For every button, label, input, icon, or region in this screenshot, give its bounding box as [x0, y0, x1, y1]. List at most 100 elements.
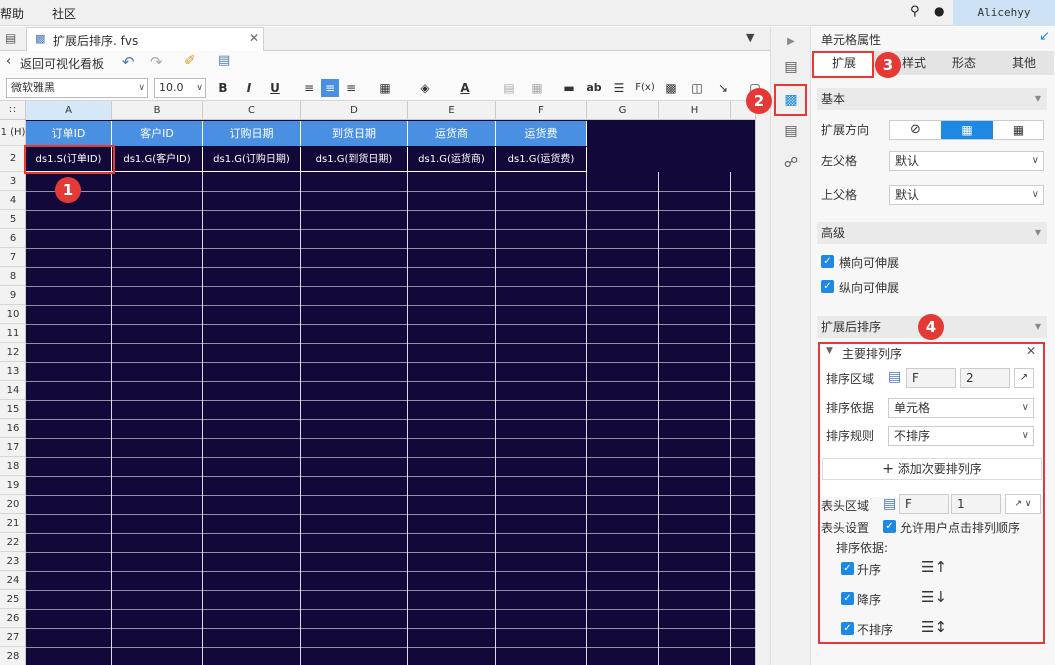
header-cell-c1[interactable]: 订购日期 — [203, 121, 301, 146]
back-arrow-icon[interactable]: ‹ — [6, 54, 11, 69]
row-header-28[interactable]: 28 — [0, 647, 26, 665]
list-icon[interactable]: ☰ — [610, 79, 628, 97]
row-header-8[interactable]: 8 — [0, 267, 26, 286]
row-header-9[interactable]: 9 — [0, 286, 26, 305]
row-header-27[interactable]: 27 — [0, 628, 26, 647]
header-cell-b1[interactable]: 客户ID — [112, 121, 203, 146]
spreadsheet-grid[interactable]: ∷ ABCDEFGH 1 (H) 2 3 4 5 6 7 8 9 10 11 12 13 14 15 16 17… — [0, 101, 770, 665]
back-to-dashboard-button[interactable]: 返回可视化看板 — [20, 55, 104, 72]
row-header-22[interactable]: 22 — [0, 533, 26, 552]
row-header-25[interactable]: 25 — [0, 590, 26, 609]
row-header-15[interactable]: 15 — [0, 400, 26, 419]
tab-shape[interactable]: 形态 — [934, 51, 994, 75]
data-cell-b2[interactable]: ds1.G(客户ID) — [112, 147, 203, 172]
row-header-26[interactable]: 26 — [0, 609, 26, 628]
column-header-f[interactable]: F — [496, 101, 587, 120]
font-family-select[interactable]: 微软雅黑 ∨ — [6, 78, 148, 98]
tab-other[interactable]: 其他 — [994, 51, 1054, 75]
row-header-3[interactable]: 3 — [0, 172, 26, 191]
insert-cell-icon[interactable]: ▬ — [560, 79, 578, 97]
data-cell-c2[interactable]: ds1.G(订购日期) — [203, 147, 301, 172]
menu-community[interactable]: 社区 — [52, 5, 76, 22]
tab-menu-icon[interactable]: ▼ — [746, 31, 754, 44]
left-parent-select[interactable]: 默认 ∨ — [889, 151, 1044, 171]
header-cell-d1[interactable]: 到货日期 — [301, 121, 408, 146]
preview-icon[interactable]: ▤ — [218, 53, 230, 68]
redo-icon[interactable]: ↷ — [150, 53, 163, 71]
row-header-5[interactable]: 5 — [0, 210, 26, 229]
row-header-11[interactable]: 11 — [0, 324, 26, 343]
column-header-c[interactable]: C — [203, 101, 301, 120]
row-header-21[interactable]: 21 — [0, 514, 26, 533]
cell-element-icon[interactable]: ▤ — [781, 57, 801, 77]
align-left-icon[interactable]: ≡ — [300, 79, 318, 97]
column-header-g[interactable]: G — [587, 101, 659, 120]
row-header-7[interactable]: 7 — [0, 248, 26, 267]
chart-icon[interactable]: ▩ — [662, 79, 680, 97]
font-size-select[interactable]: 10.0 ∨ — [154, 78, 206, 98]
bell-icon[interactable]: ● — [934, 4, 944, 18]
top-parent-select[interactable]: 默认 ∨ — [889, 185, 1044, 205]
underline-button[interactable]: U — [266, 79, 284, 97]
vertical-stretch-checkbox[interactable]: ✓ — [821, 280, 834, 293]
row-header-2[interactable]: 2 — [0, 146, 26, 172]
column-header-d[interactable]: D — [301, 101, 408, 120]
merge-cells-icon[interactable]: ▤ — [500, 79, 518, 97]
section-basic[interactable]: 基本 ▼ — [817, 88, 1047, 110]
row-header-23[interactable]: 23 — [0, 552, 26, 571]
border-icon[interactable]: ▦ — [376, 79, 394, 97]
text-ab-icon[interactable]: ab — [585, 79, 603, 97]
align-center-icon[interactable]: ≡ — [321, 79, 339, 97]
undo-icon[interactable]: ↶ — [122, 53, 135, 71]
widget-settings-icon[interactable]: ▤ — [781, 121, 801, 141]
horizontal-expand-icon[interactable]: ▦ — [993, 121, 1044, 139]
search-icon[interactable]: ⚲ — [910, 4, 920, 19]
template-icon[interactable]: ▤ — [5, 31, 16, 45]
no-expand-icon[interactable]: ⊘ — [890, 121, 941, 139]
slash-icon[interactable]: ↘ — [714, 79, 732, 97]
header-cell-f1[interactable]: 运货费 — [496, 121, 587, 146]
row-header-1[interactable]: 1 (H) — [0, 120, 26, 146]
row-header-14[interactable]: 14 — [0, 381, 26, 400]
header-cell-a1[interactable]: 订单ID — [26, 121, 112, 146]
formula-icon[interactable]: F(x) — [633, 79, 657, 97]
format-brush-icon[interactable]: ✐ — [184, 53, 196, 69]
data-cell-f2[interactable]: ds1.G(运货费) — [496, 147, 587, 172]
row-header-12[interactable]: 12 — [0, 343, 26, 362]
column-header-e[interactable]: E — [408, 101, 496, 120]
row-header-4[interactable]: 4 — [0, 191, 26, 210]
menu-help[interactable]: 帮助 — [0, 5, 24, 22]
section-advanced[interactable]: 高级 ▼ — [817, 222, 1047, 244]
row-header-13[interactable]: 13 — [0, 362, 26, 381]
horizontal-stretch-checkbox[interactable]: ✓ — [821, 255, 834, 268]
text-color-icon[interactable]: A — [456, 79, 474, 97]
vertical-expand-icon[interactable]: ▦ — [941, 121, 993, 139]
row-header-16[interactable]: 16 — [0, 419, 26, 438]
file-tab[interactable]: ▩ 扩展后排序. fvs ✕ — [26, 27, 264, 51]
data-cell-d2[interactable]: ds1.G(到货日期) — [301, 147, 408, 172]
row-header-19[interactable]: 19 — [0, 476, 26, 495]
header-cell-e1[interactable]: 运货商 — [408, 121, 496, 146]
column-header-b[interactable]: B — [112, 101, 203, 120]
select-all-corner[interactable]: ∷ — [0, 101, 26, 120]
row-header-24[interactable]: 24 — [0, 571, 26, 590]
column-header-a[interactable]: A — [26, 101, 112, 120]
user-name[interactable]: Alicehyy — [953, 0, 1055, 26]
vertical-scrollbar[interactable] — [755, 101, 770, 665]
italic-button[interactable]: I — [240, 79, 258, 97]
row-header-6[interactable]: 6 — [0, 229, 26, 248]
fill-color-icon[interactable]: ◈ — [416, 79, 434, 97]
split-cells-icon[interactable]: ▦ — [528, 79, 546, 97]
row-header-20[interactable]: 20 — [0, 495, 26, 514]
data-cell-e2[interactable]: ds1.G(运货商) — [408, 147, 496, 172]
row-header-10[interactable]: 10 — [0, 305, 26, 324]
bold-button[interactable]: B — [214, 79, 232, 97]
close-tab-icon[interactable]: ✕ — [249, 31, 259, 45]
align-right-icon[interactable]: ≡ — [342, 79, 360, 97]
column-header-h[interactable]: H — [659, 101, 731, 120]
row-header-18[interactable]: 18 — [0, 457, 26, 476]
image-icon[interactable]: ◫ — [688, 79, 706, 97]
collapse-icon[interactable]: ↙ — [1039, 29, 1050, 44]
row-header-17[interactable]: 17 — [0, 438, 26, 457]
expand-panel-icon[interactable]: ▶ — [781, 32, 801, 52]
